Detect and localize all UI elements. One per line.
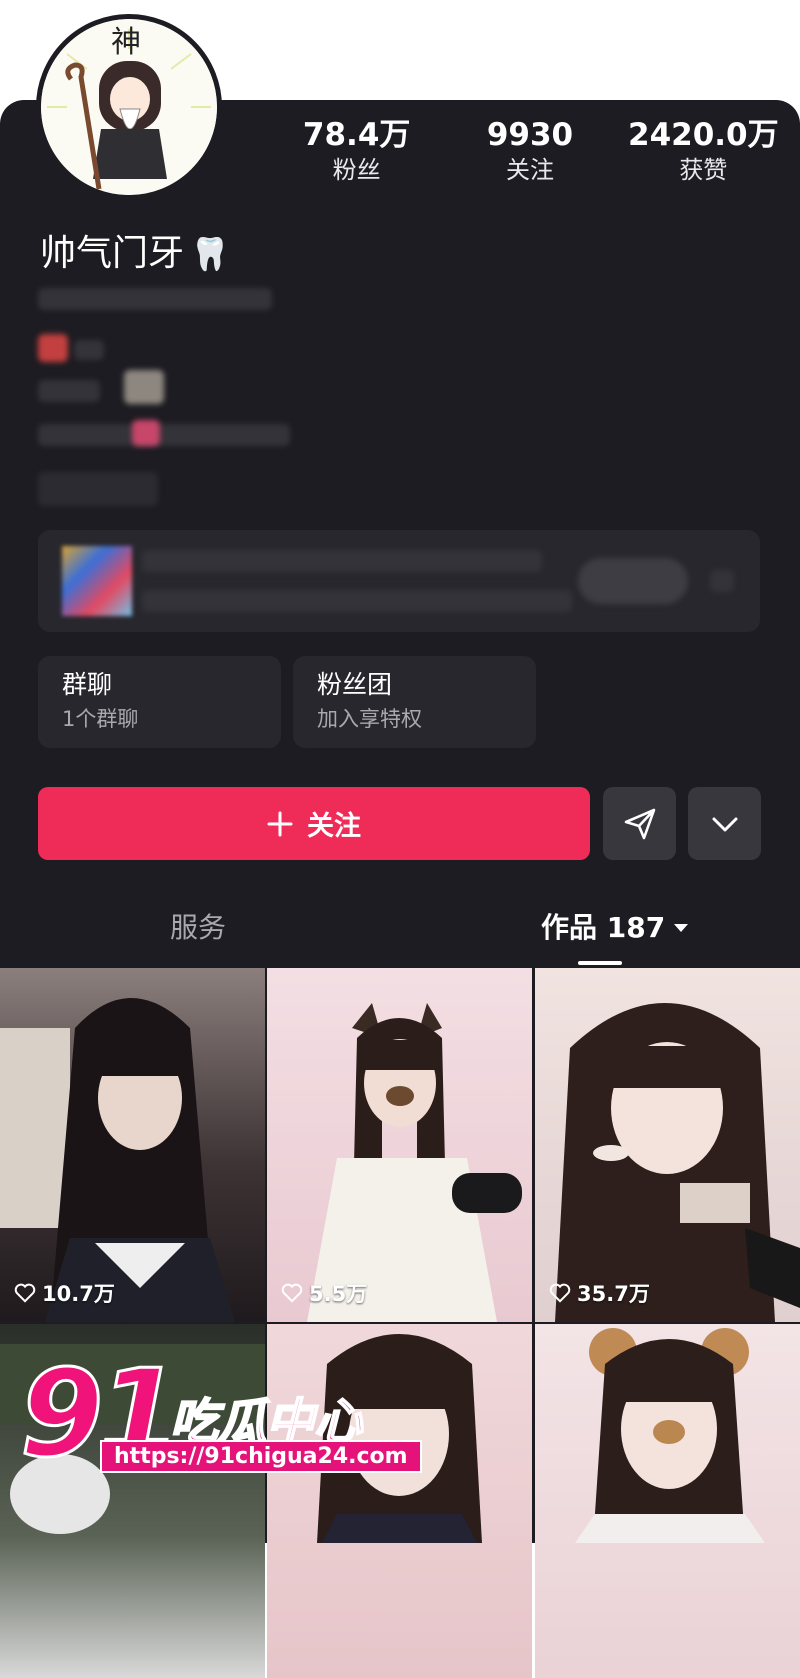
tile-title: 粉丝团 (317, 670, 393, 699)
stat-value: 78.4万 (302, 117, 411, 153)
send-icon (624, 808, 655, 839)
like-count: 5.5万 (281, 1278, 367, 1308)
share-button[interactable] (603, 787, 676, 860)
more-button[interactable] (688, 787, 761, 860)
tab-works-label: 作品 187 (541, 911, 666, 944)
stats-row: 78.4万 粉丝 9930 关注 2420.0万 获赞 (270, 116, 790, 186)
stat-value: 9930 (486, 117, 574, 153)
group-chat-tile[interactable]: 群聊 1个群聊 (38, 656, 281, 748)
like-count: 35.7万 (549, 1278, 650, 1308)
stat-value: 2420.0万 (628, 117, 779, 153)
stat-label: 关注 (505, 156, 554, 184)
like-count: 10.7万 (14, 1278, 115, 1308)
blurred-line (142, 590, 572, 612)
nickname-text: 帅气门牙 (40, 233, 185, 274)
blurred-thumbnail (62, 546, 132, 616)
portrait-image (575, 1328, 765, 1543)
video-thumbnail[interactable]: 5.5万 (267, 968, 532, 1322)
tile-subtitle: 1个群聊 (62, 707, 139, 731)
blurred-line (142, 550, 542, 572)
follow-label: 关注 (307, 811, 361, 842)
blurred-account-id (38, 288, 272, 310)
avatar[interactable]: 神 (36, 14, 222, 200)
stat-followers[interactable]: 78.4万 粉丝 (270, 116, 443, 186)
stat-label: 获赞 (679, 156, 728, 184)
video-thumbnail[interactable]: 10.7万 (0, 968, 265, 1322)
blurred-bio-mark (132, 420, 160, 446)
portrait-image (555, 1003, 800, 1322)
blurred-badge-text (74, 340, 104, 360)
heart-icon (14, 1283, 36, 1303)
blurred-tag (38, 472, 158, 506)
video-thumbnail[interactable]: 35.7万 (535, 968, 800, 1322)
like-count-text: 35.7万 (577, 1282, 650, 1306)
blurred-close[interactable] (710, 570, 734, 592)
video-thumbnail[interactable] (267, 1324, 532, 1678)
active-tab-indicator (578, 961, 622, 965)
like-count-text: 10.7万 (42, 1282, 115, 1306)
nickname: 帅气门牙 🦷 (40, 228, 230, 280)
watermark: 91 吃瓜中心 https://91chigua24.com (19, 1353, 422, 1476)
follow-button[interactable]: 关注 (38, 787, 590, 860)
portrait-image (0, 998, 235, 1322)
blurred-bio-line (38, 380, 100, 402)
blurred-bio-line (38, 424, 290, 446)
heart-icon (549, 1283, 571, 1303)
plus-icon (267, 811, 293, 836)
tooth-emoji: 🦷 (190, 235, 230, 273)
tab-works[interactable]: 作品 187 (541, 910, 689, 946)
tab-services[interactable]: 服务 (170, 910, 226, 946)
tile-subtitle: 加入享特权 (317, 707, 422, 731)
avatar-glyph: 神 (111, 25, 141, 60)
like-count-text: 5.5万 (309, 1282, 368, 1306)
watermark-url: https://91chigua24.com (100, 1440, 422, 1473)
caret-down-icon (674, 924, 689, 932)
portrait-image (307, 1003, 522, 1322)
content-tabs: 服务 作品 187 (0, 900, 800, 966)
recommend-card[interactable] (38, 530, 760, 632)
blurred-badge (38, 334, 68, 362)
chevron-down-icon (712, 817, 737, 831)
stat-label: 粉丝 (332, 156, 381, 184)
video-thumbnail[interactable] (535, 1324, 800, 1678)
blurred-button[interactable] (578, 558, 688, 604)
stat-likes[interactable]: 2420.0万 获赞 (617, 116, 790, 186)
stat-following[interactable]: 9930 关注 (443, 116, 616, 186)
fan-club-tile[interactable]: 粉丝团 加入享特权 (293, 656, 536, 748)
blurred-bio-icon (124, 370, 164, 404)
heart-icon (281, 1283, 303, 1303)
tile-title: 群聊 (62, 670, 113, 699)
